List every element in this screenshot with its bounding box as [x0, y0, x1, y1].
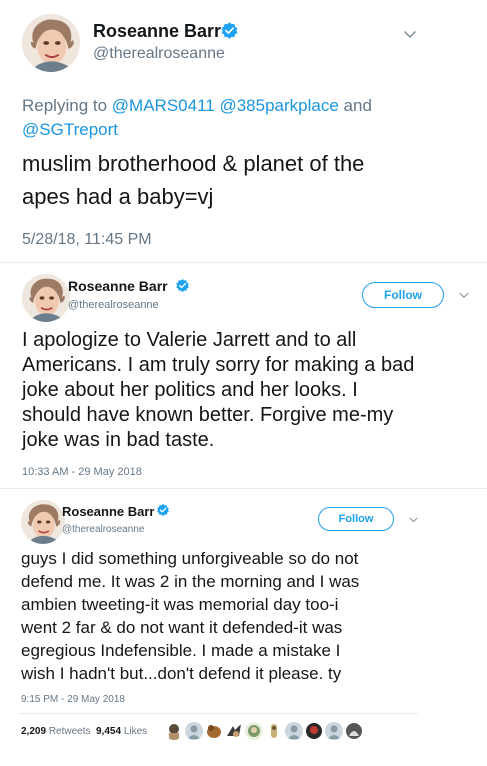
replying-to-label: Replying to	[22, 96, 108, 115]
author-handle[interactable]: @therealroseanne	[62, 524, 144, 535]
liker-avatar[interactable]	[185, 722, 203, 740]
mention-link[interactable]: @SGTreport	[22, 120, 118, 139]
tweet-text-line: joke was in bad taste.	[22, 429, 215, 451]
author-handle[interactable]: @therealroseanne	[93, 45, 225, 63]
tweet-text-line: wish I hadn't but...don't defend it plea…	[21, 664, 342, 683]
liker-avatar[interactable]	[325, 722, 343, 740]
likes-count: 9,454	[96, 726, 122, 737]
author-name[interactable]: Roseanne Barr	[62, 504, 154, 519]
tweet-text-line: should have known better. Forgive me-my	[22, 404, 394, 426]
author-name[interactable]: Roseanne Barr	[68, 278, 168, 294]
liker-avatar[interactable]	[165, 722, 183, 740]
avatar-icon	[21, 500, 65, 544]
mention-link[interactable]: @385parkplace	[219, 96, 338, 115]
tweet-timestamp[interactable]: 5/28/18, 11:45 PM	[22, 231, 152, 249]
tweet-3: Roseanne Barr @therealroseanne Follow gu…	[0, 489, 487, 766]
mention-link[interactable]: @MARS0411	[112, 96, 215, 115]
tweet-timestamp[interactable]: 10:33 AM - 29 May 2018	[22, 466, 142, 478]
likes-label: Likes	[123, 726, 148, 737]
liker-avatar[interactable]	[245, 722, 263, 740]
liker-avatar[interactable]	[305, 722, 323, 740]
tweet-text-line: apes had a baby=vj	[22, 184, 214, 209]
avatar-icon	[22, 14, 80, 72]
replying-and: and	[343, 96, 372, 115]
tweet-2: Roseanne Barr @therealroseanne Follow I …	[0, 263, 487, 488]
divider	[18, 713, 418, 714]
chevron-down-icon[interactable]	[458, 289, 470, 301]
author-name[interactable]: Roseanne Barr	[93, 21, 221, 42]
chevron-down-icon[interactable]	[402, 26, 418, 42]
liker-avatar[interactable]	[265, 722, 283, 740]
liker-avatar[interactable]	[225, 722, 243, 740]
tweet-text-line: went 2 far & do not want it defended-it …	[21, 618, 343, 637]
verified-badge-icon	[220, 21, 239, 40]
tweet-text-line: guys I did something unforgiveable so do…	[21, 549, 359, 568]
tweet-text-line: ambien tweeting-it was memorial day too-…	[21, 595, 339, 614]
tweet-timestamp[interactable]: 9:15 PM - 29 May 2018	[21, 694, 125, 705]
tweet-text-line: egregious Indefensible. I made a mistake…	[21, 641, 341, 660]
liker-avatar[interactable]	[205, 722, 223, 740]
liker-avatars	[165, 722, 363, 742]
retweets-label: Retweets	[48, 726, 91, 737]
verified-badge-icon	[175, 278, 190, 293]
tweet-text-line: I apologize to Valerie Jarrett and to al…	[22, 329, 357, 351]
follow-button[interactable]: Follow	[362, 282, 444, 308]
replying-to: Replying to @MARS0411 @385parkplace and	[22, 96, 372, 116]
replying-to-line2: @SGTreport	[22, 120, 118, 140]
chevron-down-icon[interactable]	[408, 514, 419, 525]
author-handle[interactable]: @therealroseanne	[68, 299, 159, 311]
liker-avatar[interactable]	[345, 722, 363, 740]
tweet-text-line: defend me. It was 2 in the morning and I…	[21, 572, 360, 591]
tweet-text-line: muslim brotherhood & planet of the	[22, 151, 365, 176]
likes-stat[interactable]: 9,454 Likes	[96, 726, 147, 737]
avatar-icon	[22, 274, 70, 322]
avatar[interactable]	[22, 274, 70, 322]
liker-avatar[interactable]	[285, 722, 303, 740]
tweet-text-line: joke about her politics and her looks. I	[22, 379, 358, 401]
follow-button[interactable]: Follow	[318, 507, 394, 531]
retweets-stat[interactable]: 2,209 Retweets	[21, 726, 91, 737]
avatar[interactable]	[21, 500, 65, 544]
retweets-count: 2,209	[21, 726, 47, 737]
avatar[interactable]	[22, 14, 80, 72]
tweet-1: Roseanne Barr @therealroseanne Replying …	[0, 0, 487, 262]
verified-badge-icon	[156, 503, 170, 517]
tweet-text-line: Americans. I am truly sorry for making a…	[22, 354, 415, 376]
